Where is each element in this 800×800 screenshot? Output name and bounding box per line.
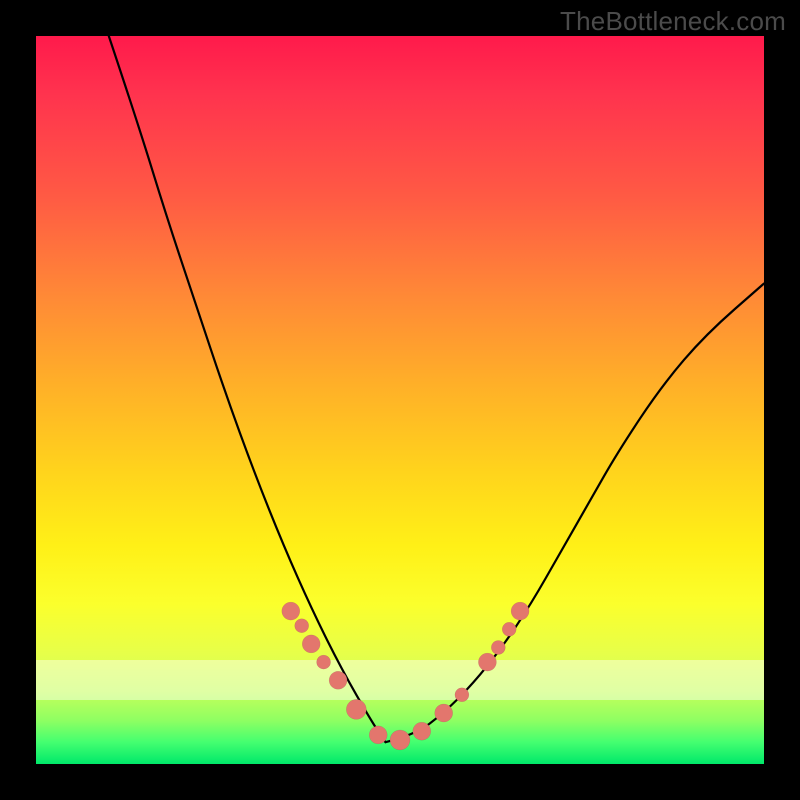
curve-right-branch xyxy=(385,284,764,743)
marker-dot xyxy=(502,622,516,636)
marker-dot xyxy=(346,699,366,719)
marker-dot xyxy=(491,641,505,655)
marker-dot xyxy=(511,602,529,620)
marker-dot xyxy=(282,602,300,620)
plot-svg xyxy=(36,36,764,764)
curve-left-branch xyxy=(109,36,386,742)
marker-dot xyxy=(435,704,453,722)
marker-dot xyxy=(295,619,309,633)
plot-area xyxy=(36,36,764,764)
marker-dot xyxy=(302,635,320,653)
chart-frame: TheBottleneck.com xyxy=(0,0,800,800)
marker-dot xyxy=(413,722,431,740)
marker-dot xyxy=(329,671,347,689)
watermark-text: TheBottleneck.com xyxy=(560,6,786,37)
marker-dot xyxy=(390,730,410,750)
marker-dot xyxy=(369,726,387,744)
marker-dot xyxy=(478,653,496,671)
marker-dot xyxy=(317,655,331,669)
marker-dot xyxy=(455,688,469,702)
